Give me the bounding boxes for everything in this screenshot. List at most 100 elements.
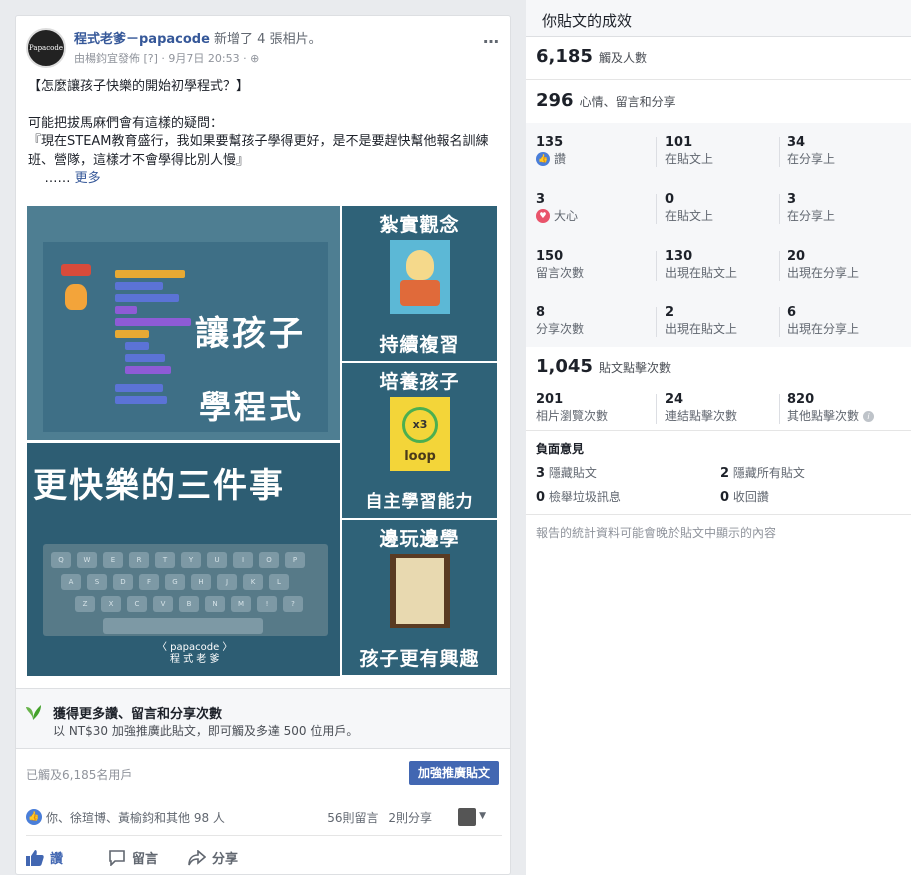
photo-collage: 讓孩子 學程式 更快樂的三件事 QWERTYUIOP ASDFGHJKL ZXCVB… xyxy=(27,206,497,676)
other-clicks-label-row: 其他點擊次數 i xyxy=(787,408,875,424)
post-body: 【怎麼讓孩子快樂的開始初學程式？】 可能把拔馬麻們會有這樣的疑問： 『現在STE… xyxy=(28,78,502,189)
link-clicks-cell: 24 連結點擊次數 xyxy=(665,392,737,424)
post-title-line: 程式老爹－papacode 新增了 4 張相片。 xyxy=(74,28,322,47)
post-text-line: 『現在STEAM教育盛行，我如果要幫孩子學得更好，是不是要趕快幫他報名訓練班、營… xyxy=(28,134,489,168)
promote-title: 獲得更多讚、留言和分享次數 xyxy=(53,707,223,722)
keyboard-key: ? xyxy=(283,596,303,612)
viewer-avatar[interactable] xyxy=(458,808,476,826)
keyboard-key: Z xyxy=(75,596,95,612)
engagement-label: 心情、留言和分享 xyxy=(579,95,676,109)
photo-views-number: 201 xyxy=(536,392,564,407)
comment-button[interactable]: 留言 xyxy=(108,848,158,867)
photo-tile-2[interactable]: 培養孩子 x3 loop 自主學習能力 xyxy=(342,363,497,518)
comments-on-shares-cell: 20 出現在分享上 xyxy=(787,249,859,281)
column-divider xyxy=(656,307,657,337)
page-name-link[interactable]: 程式老爹－papacode xyxy=(74,32,210,47)
ellipsis-text: …… xyxy=(28,171,75,186)
reach-text[interactable]: 已觸及6,185名用戶 xyxy=(26,766,132,783)
hide-all-stat: 2 隱藏所有貼文 xyxy=(720,464,805,481)
hide-all-number: 2 xyxy=(720,466,730,481)
column-divider xyxy=(779,307,780,337)
comments-on-post-cell: 130 出現在貼文上 xyxy=(665,249,737,281)
other-clicks-label: 其他點擊次數 xyxy=(787,409,860,423)
code-block xyxy=(125,342,149,350)
reaction-names-link[interactable]: 你、徐瑄博、黃榆鈞和其他 98 人 xyxy=(46,809,225,826)
spam-report-stat: 0 檢舉垃圾訊息 xyxy=(536,488,621,505)
keyboard-key: O xyxy=(259,552,279,568)
keyboard-key: J xyxy=(217,574,237,590)
page-avatar[interactable]: Papacode xyxy=(26,28,66,68)
reach-bar: 已觸及6,185名用戶 加強推廣貼文 xyxy=(16,748,510,798)
share-button[interactable]: 分享 xyxy=(188,848,238,867)
shares-on-shares-cell: 6 出現在分享上 xyxy=(787,305,859,337)
reach-label: 觸及人數 xyxy=(598,51,647,65)
keyboard-key: H xyxy=(191,574,211,590)
column-divider xyxy=(779,394,780,424)
keyboard-key: L xyxy=(269,574,289,590)
spam-report-label: 檢舉垃圾訊息 xyxy=(548,490,621,504)
comment-label: 留言 xyxy=(132,852,159,867)
keyboard-key: B xyxy=(179,596,199,612)
more-options-icon[interactable]: … xyxy=(483,28,500,47)
code-block xyxy=(115,396,167,404)
share-label: 分享 xyxy=(212,852,239,867)
engagement-number: 296 xyxy=(536,90,574,111)
post-text-line: …… 更多 xyxy=(28,170,502,189)
divider xyxy=(526,430,911,431)
info-icon[interactable]: i xyxy=(863,410,875,422)
post-action-text: 新增了 4 張相片。 xyxy=(209,32,322,47)
share-count-link[interactable]: 2則分享 xyxy=(388,811,432,825)
post-clicks-label: 貼文點擊次數 xyxy=(598,361,671,375)
like-icon: 👍 xyxy=(536,152,550,166)
comment-count-link[interactable]: 56則留言 xyxy=(327,811,378,825)
deity-robe-graphic xyxy=(400,280,440,306)
cat-badge-graphic xyxy=(61,264,91,276)
see-more-link[interactable]: 更多 xyxy=(75,171,101,186)
likes-on-shares-cell: 34 在分享上 xyxy=(787,135,835,167)
chevron-down-icon[interactable]: ▼ xyxy=(479,811,486,821)
reactions-summary: 👍 你、徐瑄博、黃榆鈞和其他 98 人 56則留言 2則分享 ▼ xyxy=(26,798,502,836)
likes-on-post-label: 在貼文上 xyxy=(665,152,714,166)
loves-total: 3 xyxy=(536,192,546,207)
papacode-brand: 〈 papacode 〉 程 式 老 爹 xyxy=(157,642,233,665)
post-text-line: 可能把拔馬麻們會有這樣的疑問： xyxy=(28,115,224,131)
keyboard-key: E xyxy=(103,552,123,568)
post-text-line: 【怎麼讓孩子快樂的開始初學程式？】 xyxy=(28,79,250,94)
boost-post-button[interactable]: 加強推廣貼文 xyxy=(408,761,499,785)
loves-on-post-label: 在貼文上 xyxy=(665,209,714,223)
unlike-stat: 0 收回讚 xyxy=(720,488,769,505)
photo-title-3: 更快樂的三件事 xyxy=(33,466,285,506)
likes-on-shares-number: 34 xyxy=(787,135,806,150)
comment-icon xyxy=(109,849,125,866)
post-meta[interactable]: 由楊鈞宜發佈 [?] · 9月7日 20:53 · ⊕ xyxy=(74,50,259,66)
photo-tile-3[interactable]: 邊玩邊學 孩子更有興趣 xyxy=(342,520,497,675)
code-block xyxy=(115,294,179,302)
photo-views-label: 相片瀏覽次數 xyxy=(536,409,609,423)
column-divider xyxy=(779,137,780,167)
tile2-bottom-label: 自主學習能力 xyxy=(365,492,474,512)
keyboard-key: S xyxy=(87,574,107,590)
code-block xyxy=(115,282,163,290)
column-divider xyxy=(779,194,780,224)
comments-on-post-label: 出現在貼文上 xyxy=(665,266,738,280)
other-clicks-cell: 820 其他點擊次數 i xyxy=(787,392,875,424)
shares-label: 分享次數 xyxy=(536,322,585,336)
code-block xyxy=(115,330,149,338)
likes-label: 讚 xyxy=(554,152,567,166)
shares-on-post-cell: 2 出現在貼文上 xyxy=(665,305,737,337)
loves-on-shares-number: 3 xyxy=(787,192,797,207)
keyboard-key: D xyxy=(113,574,133,590)
loves-on-shares-label: 在分享上 xyxy=(787,209,836,223)
post-clicks-number: 1,045 xyxy=(536,356,593,377)
post-text-spacer xyxy=(28,97,502,115)
photo-tile-1[interactable]: 紮實觀念 持續複習 xyxy=(342,206,497,361)
code-block xyxy=(115,384,163,392)
keyboard-key: T xyxy=(155,552,175,568)
photo-main[interactable]: 讓孩子 學程式 更快樂的三件事 QWERTYUIOP ASDFGHJKL ZXCVB… xyxy=(27,206,340,676)
link-clicks-label: 連結點擊次數 xyxy=(665,409,738,423)
spam-report-number: 0 xyxy=(536,490,546,505)
comments-on-post-number: 130 xyxy=(665,249,693,264)
heart-icon: ♥ xyxy=(536,209,550,223)
like-button[interactable]: 讚 xyxy=(26,848,63,867)
tile3-top-label: 邊玩邊學 xyxy=(379,528,460,550)
